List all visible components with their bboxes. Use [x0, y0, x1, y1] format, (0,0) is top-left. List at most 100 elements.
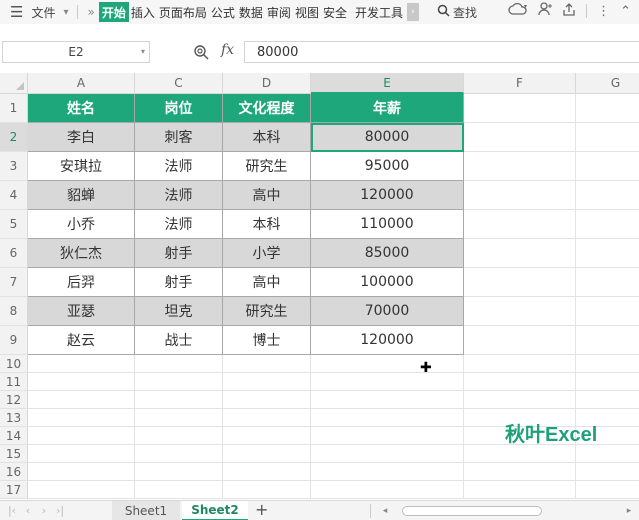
table-cell[interactable]: 安琪拉 [28, 152, 135, 181]
empty-cell[interactable] [28, 409, 135, 427]
column-header-c[interactable]: C [135, 73, 223, 94]
row-header-9[interactable]: 9 [0, 326, 28, 355]
table-cell[interactable]: 高中 [223, 268, 311, 297]
empty-cell[interactable] [28, 427, 135, 445]
empty-cell[interactable] [576, 355, 639, 373]
share-icon[interactable] [562, 2, 576, 20]
formula-input[interactable]: 80000 [244, 41, 639, 63]
chevron-down-icon[interactable]: ▾ [141, 47, 145, 56]
row-header-8[interactable]: 8 [0, 297, 28, 326]
tab-page-layout[interactable]: 页面布局 [157, 2, 209, 22]
table-cell[interactable]: 李白 [28, 123, 135, 152]
table-cell[interactable]: 小乔 [28, 210, 135, 239]
file-menu-chevron-icon[interactable]: ▾ [61, 2, 70, 22]
table-header-cell[interactable]: 岗位 [135, 94, 223, 123]
table-cell[interactable]: 狄仁杰 [28, 239, 135, 268]
empty-cell[interactable] [223, 355, 311, 373]
empty-cell[interactable] [28, 445, 135, 463]
more-options-icon[interactable]: ⋮ [597, 4, 610, 19]
tab-developer[interactable]: 开发工具 [353, 2, 405, 22]
empty-cell[interactable] [464, 239, 576, 268]
first-sheet-icon[interactable]: |‹ [4, 504, 20, 517]
table-cell[interactable]: 本科 [223, 123, 311, 152]
empty-cell[interactable] [223, 481, 311, 499]
empty-cell[interactable] [311, 427, 464, 445]
empty-cell[interactable] [576, 210, 639, 239]
row-header-6[interactable]: 6 [0, 239, 28, 268]
row-header-5[interactable]: 5 [0, 210, 28, 239]
table-cell[interactable]: 研究生 [223, 297, 311, 326]
empty-cell[interactable] [135, 391, 223, 409]
empty-cell[interactable] [135, 373, 223, 391]
row-header-3[interactable]: 3 [0, 152, 28, 181]
row-header-10[interactable]: 10 [0, 355, 28, 373]
empty-cell[interactable] [464, 481, 576, 499]
empty-cell[interactable] [576, 391, 639, 409]
table-cell[interactable]: 法师 [135, 210, 223, 239]
tab-scroll-right-icon[interactable]: › [406, 3, 419, 21]
next-sheet-icon[interactable]: › [36, 504, 52, 517]
empty-cell[interactable] [311, 373, 464, 391]
table-cell[interactable]: 博士 [223, 326, 311, 355]
empty-cell[interactable] [576, 123, 639, 152]
table-cell[interactable]: 110000 [311, 210, 464, 239]
empty-cell[interactable] [576, 445, 639, 463]
empty-cell[interactable] [576, 239, 639, 268]
empty-cell[interactable] [223, 373, 311, 391]
row-header-4[interactable]: 4 [0, 181, 28, 210]
empty-cell[interactable] [223, 463, 311, 481]
table-header-cell[interactable]: 年薪 [311, 94, 464, 123]
empty-cell[interactable] [28, 355, 135, 373]
empty-cell[interactable] [311, 355, 464, 373]
empty-cell[interactable] [464, 152, 576, 181]
empty-cell[interactable] [576, 297, 639, 326]
row-header-2[interactable]: 2 [0, 123, 28, 152]
more-tabs-icon[interactable]: » [88, 5, 95, 19]
empty-cell[interactable] [223, 391, 311, 409]
empty-cell[interactable] [576, 94, 639, 123]
table-cell[interactable]: 法师 [135, 152, 223, 181]
horizontal-scrollbar[interactable]: ◂ ▸ [378, 504, 636, 518]
empty-cell[interactable] [311, 445, 464, 463]
scroll-thumb[interactable] [402, 506, 542, 516]
empty-cell[interactable] [311, 391, 464, 409]
tab-formulas[interactable]: 公式 [209, 2, 237, 22]
empty-cell[interactable] [135, 355, 223, 373]
empty-cell[interactable] [576, 152, 639, 181]
empty-cell[interactable] [223, 445, 311, 463]
table-cell[interactable]: 100000 [311, 268, 464, 297]
add-sheet-icon[interactable]: + [255, 500, 268, 519]
row-header-7[interactable]: 7 [0, 268, 28, 297]
zoom-icon[interactable] [193, 44, 209, 64]
empty-cell[interactable] [28, 391, 135, 409]
empty-cell[interactable] [464, 94, 576, 123]
table-cell[interactable]: 研究生 [223, 152, 311, 181]
empty-cell[interactable] [135, 463, 223, 481]
function-icon[interactable]: fx [221, 42, 234, 58]
empty-cell[interactable] [464, 373, 576, 391]
table-cell[interactable]: 射手 [135, 268, 223, 297]
prev-sheet-icon[interactable]: ‹ [20, 504, 36, 517]
empty-cell[interactable] [28, 373, 135, 391]
last-sheet-icon[interactable]: ›| [52, 504, 68, 517]
table-cell[interactable]: 刺客 [135, 123, 223, 152]
table-header-cell[interactable]: 姓名 [28, 94, 135, 123]
table-cell[interactable]: 貂蝉 [28, 181, 135, 210]
file-menu[interactable]: 文件 [29, 2, 57, 22]
empty-cell[interactable] [135, 445, 223, 463]
scroll-left-icon[interactable]: ◂ [378, 506, 392, 516]
sheet-tab-sheet1[interactable]: Sheet1 [112, 500, 180, 520]
column-header-a[interactable]: A [28, 73, 135, 94]
table-cell[interactable]: 95000 [311, 152, 464, 181]
empty-cell[interactable] [576, 268, 639, 297]
active-cell[interactable]: 80000 [311, 123, 464, 152]
tab-data[interactable]: 数据 [237, 2, 265, 22]
tab-view[interactable]: 视图 [293, 2, 321, 22]
scroll-right-icon[interactable]: ▸ [622, 506, 636, 516]
empty-cell[interactable] [576, 481, 639, 499]
empty-cell[interactable] [464, 268, 576, 297]
empty-cell[interactable] [464, 463, 576, 481]
empty-cell[interactable] [135, 409, 223, 427]
row-header-16[interactable]: 16 [0, 463, 28, 481]
empty-cell[interactable] [464, 297, 576, 326]
